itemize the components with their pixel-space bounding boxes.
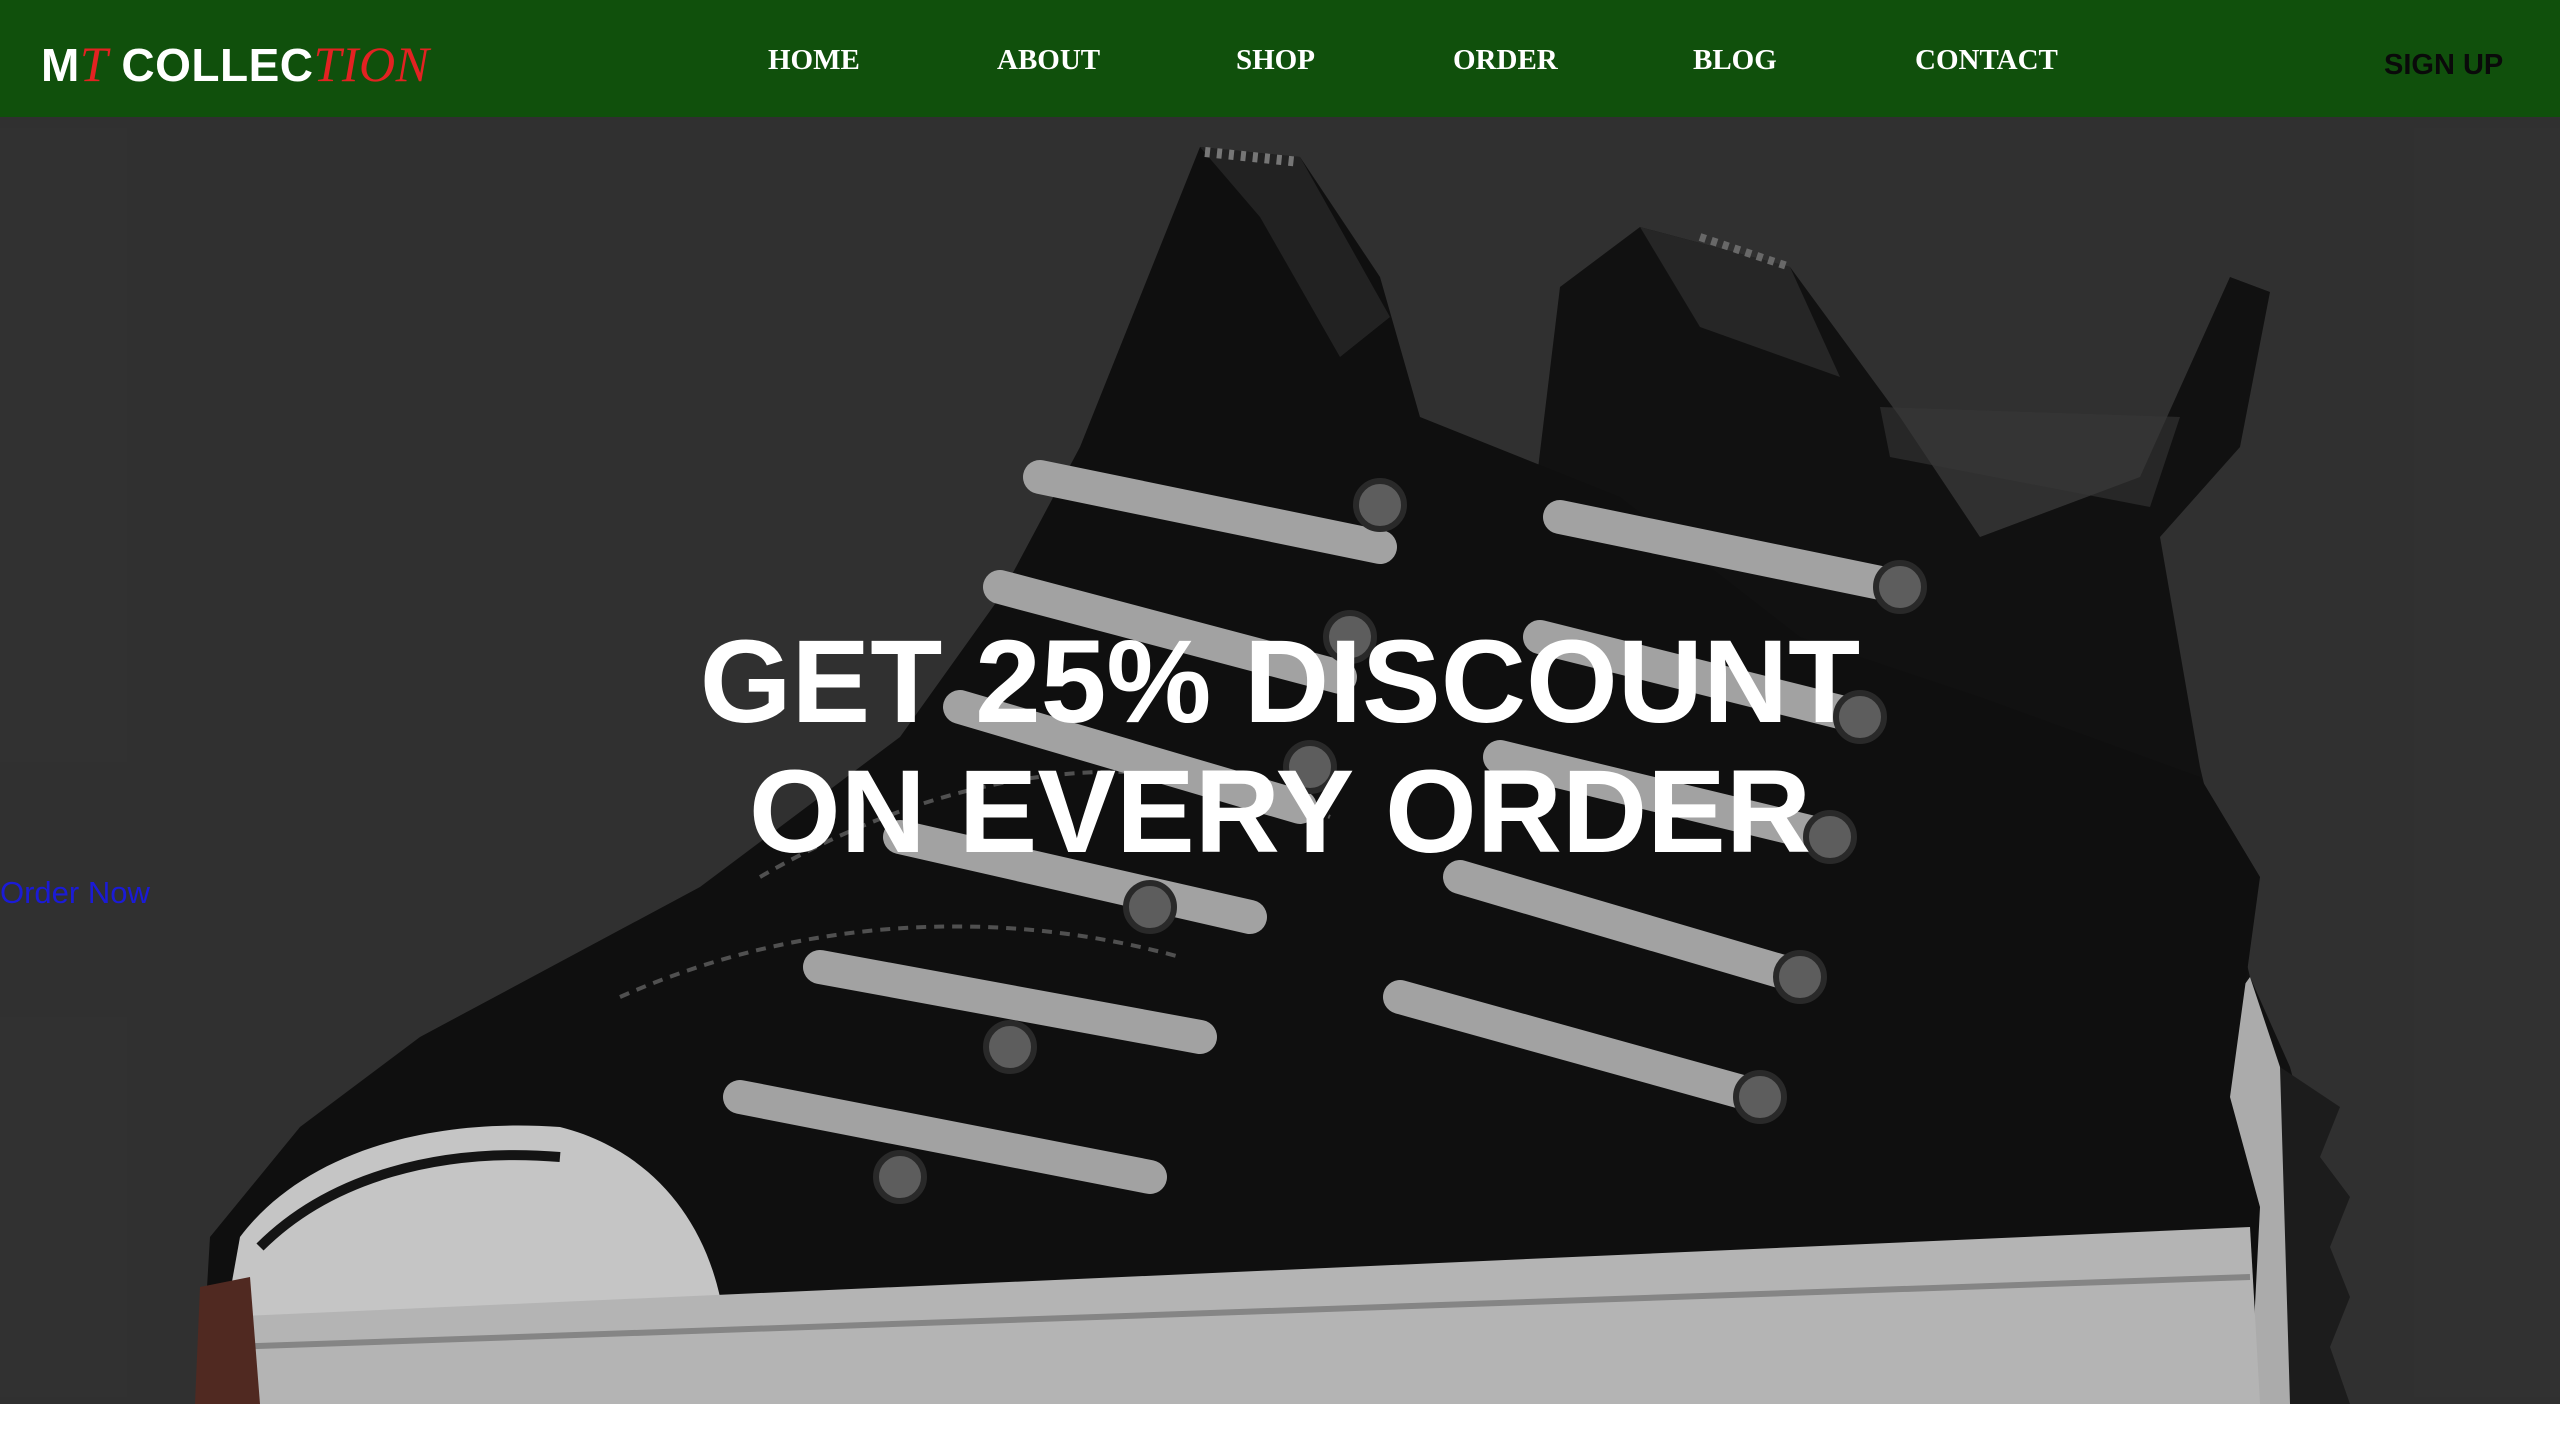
logo-text-part4: TION <box>313 36 430 92</box>
hero-headline-line2: ON EVERY ORDER <box>748 746 1812 878</box>
sign-up-button[interactable]: SIGN UP <box>2384 45 2503 85</box>
brand-logo[interactable]: MT COLLECTION <box>41 34 429 94</box>
nav-link-shop[interactable]: SHOP <box>1236 38 1315 82</box>
logo-text-part3: COLLEC <box>108 39 314 91</box>
logo-text-part1: M <box>41 39 80 91</box>
nav-link-about[interactable]: ABOUT <box>997 38 1100 82</box>
logo-text-part2: T <box>79 36 109 92</box>
hero-headline-line1: GET 25% DISCOUNT <box>699 616 1861 748</box>
nav-link-order[interactable]: ORDER <box>1453 38 1558 82</box>
top-navbar: MT COLLECTION HOME ABOUT SHOP ORDER BLOG… <box>0 0 2560 117</box>
nav-link-contact[interactable]: CONTACT <box>1915 38 2058 82</box>
hero-headline: GET 25% DISCOUNT ON EVERY ORDER <box>0 617 2560 877</box>
order-now-link[interactable]: Order Now <box>0 873 150 913</box>
nav-link-blog[interactable]: BLOG <box>1693 38 1777 82</box>
nav-link-home[interactable]: HOME <box>768 38 860 82</box>
hero-banner: GET 25% DISCOUNT ON EVERY ORDER Order No… <box>0 117 2560 1404</box>
